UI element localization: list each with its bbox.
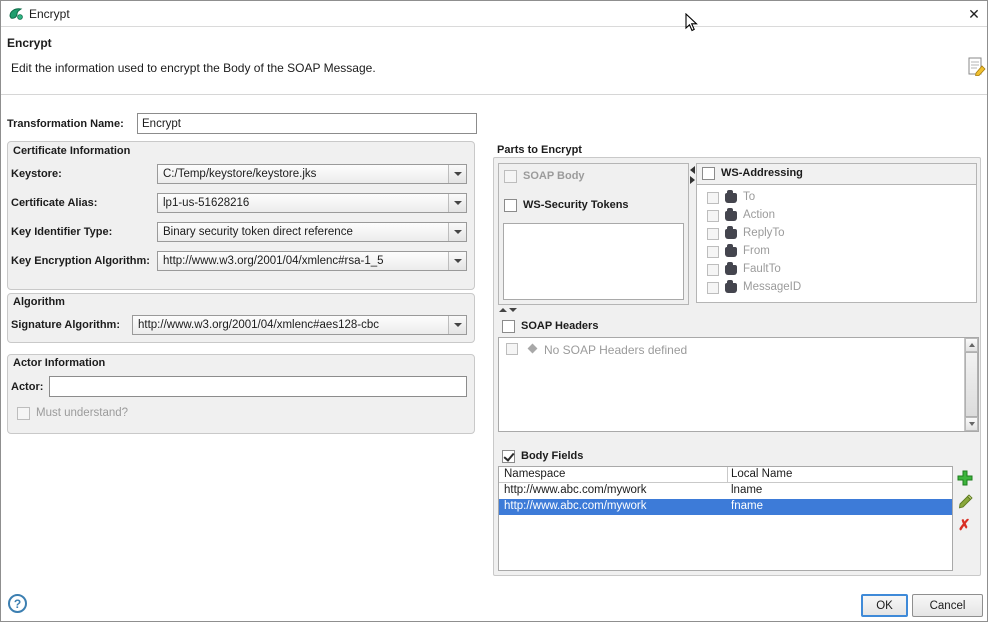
soap-body-checkbox[interactable] <box>504 170 517 183</box>
dropdown-arrow-icon <box>448 316 466 334</box>
no-soap-headers-checkbox <box>506 343 518 355</box>
header-divider <box>1 94 988 95</box>
key-encryption-algorithm-label: Key Encryption Algorithm: <box>11 255 150 267</box>
table-header: Namespace Local Name <box>499 467 952 483</box>
cancel-button[interactable]: Cancel <box>912 594 983 617</box>
key-identifier-type-select[interactable]: Binary security token direct reference <box>157 222 467 242</box>
ws-security-tokens-list[interactable] <box>503 223 684 300</box>
ws-security-tokens-label: WS-Security Tokens <box>523 199 629 211</box>
transformation-name-label: Transformation Name: <box>7 118 124 130</box>
ws-addressing-item[interactable]: From <box>743 245 770 257</box>
soap-headers-label: SOAP Headers <box>521 320 598 332</box>
header-part-icon <box>725 283 737 293</box>
help-icon[interactable]: ? <box>8 594 27 613</box>
actor-input[interactable] <box>49 376 467 397</box>
dropdown-arrow-icon <box>448 194 466 212</box>
window-title: Encrypt <box>29 7 70 21</box>
ws-addressing-item[interactable]: To <box>743 191 755 203</box>
ws-addressing-item-checkbox[interactable] <box>707 228 719 240</box>
ws-addressing-checkbox[interactable] <box>702 167 715 180</box>
ok-button[interactable]: OK <box>861 594 908 617</box>
mouse-cursor <box>685 13 699 33</box>
ws-addressing-label: WS-Addressing <box>721 167 803 179</box>
splitter-expand-down-icon[interactable] <box>509 308 517 312</box>
splitter-collapse-left-icon[interactable] <box>690 166 695 174</box>
algorithm-title: Algorithm <box>13 296 65 308</box>
soap-headers-scrollbar[interactable] <box>964 338 978 431</box>
header-part-icon <box>725 247 737 257</box>
no-soap-headers-text: No SOAP Headers defined <box>544 343 687 357</box>
ws-addressing-item-checkbox[interactable] <box>707 264 719 276</box>
ws-addressing-item-checkbox[interactable] <box>707 282 719 294</box>
close-icon[interactable]: ✕ <box>963 4 985 24</box>
dropdown-arrow-icon <box>448 252 466 270</box>
app-icon <box>8 6 24 22</box>
edit-note-icon <box>968 57 986 76</box>
header-part-icon <box>725 265 737 275</box>
certificate-information-title: Certificate Information <box>13 145 130 157</box>
certificate-alias-label: Certificate Alias: <box>11 197 97 209</box>
column-header-namespace[interactable]: Namespace <box>504 468 565 480</box>
ws-addressing-item[interactable]: MessageID <box>743 281 801 293</box>
must-understand-label: Must understand? <box>36 407 128 419</box>
scroll-down-icon[interactable] <box>965 417 978 431</box>
key-identifier-type-label: Key Identifier Type: <box>11 226 112 238</box>
soap-headers-checkbox[interactable] <box>502 320 515 333</box>
ws-addressing-item-checkbox[interactable] <box>707 210 719 222</box>
ws-addressing-item-checkbox[interactable] <box>707 192 719 204</box>
actor-label: Actor: <box>11 381 43 393</box>
edit-row-icon[interactable] <box>957 493 973 510</box>
column-divider[interactable] <box>727 467 728 483</box>
splitter-collapse-up-icon[interactable] <box>499 308 507 312</box>
header-part-icon <box>725 211 737 221</box>
ws-addressing-item[interactable]: FaultTo <box>743 263 781 275</box>
keystore-label: Keystore: <box>11 168 62 180</box>
key-encryption-algorithm-select[interactable]: http://www.w3.org/2001/04/xmlenc#rsa-1_5 <box>157 251 467 271</box>
signature-algorithm-label: Signature Algorithm: <box>11 319 120 331</box>
signature-algorithm-select[interactable]: http://www.w3.org/2001/04/xmlenc#aes128-… <box>132 315 467 335</box>
page-title: Encrypt <box>7 36 52 50</box>
body-fields-label: Body Fields <box>521 450 583 462</box>
must-understand-checkbox[interactable] <box>17 407 30 420</box>
ws-addressing-panel <box>696 163 977 303</box>
table-row-selected[interactable]: http://www.abc.com/mywork fname <box>499 499 952 515</box>
parts-to-encrypt-title: Parts to Encrypt <box>497 144 582 156</box>
splitter-expand-right-icon[interactable] <box>690 176 695 184</box>
scroll-up-icon[interactable] <box>965 338 978 352</box>
dropdown-arrow-icon <box>448 165 466 183</box>
transformation-name-input[interactable] <box>137 113 477 134</box>
table-row[interactable]: http://www.abc.com/mywork lname <box>499 483 952 499</box>
scrollbar-thumb[interactable] <box>965 352 978 417</box>
dropdown-arrow-icon <box>448 223 466 241</box>
page-description: Edit the information used to encrypt the… <box>11 61 376 75</box>
add-row-icon[interactable] <box>957 470 973 486</box>
delete-row-icon[interactable]: ✗ <box>958 516 971 534</box>
certificate-alias-select[interactable]: lp1-us-51628216 <box>157 193 467 213</box>
body-fields-checkbox[interactable] <box>502 450 515 463</box>
keystore-select[interactable]: C:/Temp/keystore/keystore.jks <box>157 164 467 184</box>
soap-body-label: SOAP Body <box>523 170 585 182</box>
body-fields-table: Namespace Local Name http://www.abc.com/… <box>498 466 953 571</box>
title-bar: Encrypt ✕ <box>1 1 987 27</box>
encrypt-dialog: Encrypt ✕ Encrypt Edit the information u… <box>0 0 988 622</box>
column-header-local-name[interactable]: Local Name <box>731 468 792 480</box>
actor-information-title: Actor Information <box>13 357 105 369</box>
ws-security-tokens-checkbox[interactable] <box>504 199 517 212</box>
ws-addressing-item[interactable]: ReplyTo <box>743 227 785 239</box>
header-part-icon <box>725 229 737 239</box>
ws-addressing-item-checkbox[interactable] <box>707 246 719 258</box>
ws-addressing-item[interactable]: Action <box>743 209 775 221</box>
header-part-icon <box>725 193 737 203</box>
